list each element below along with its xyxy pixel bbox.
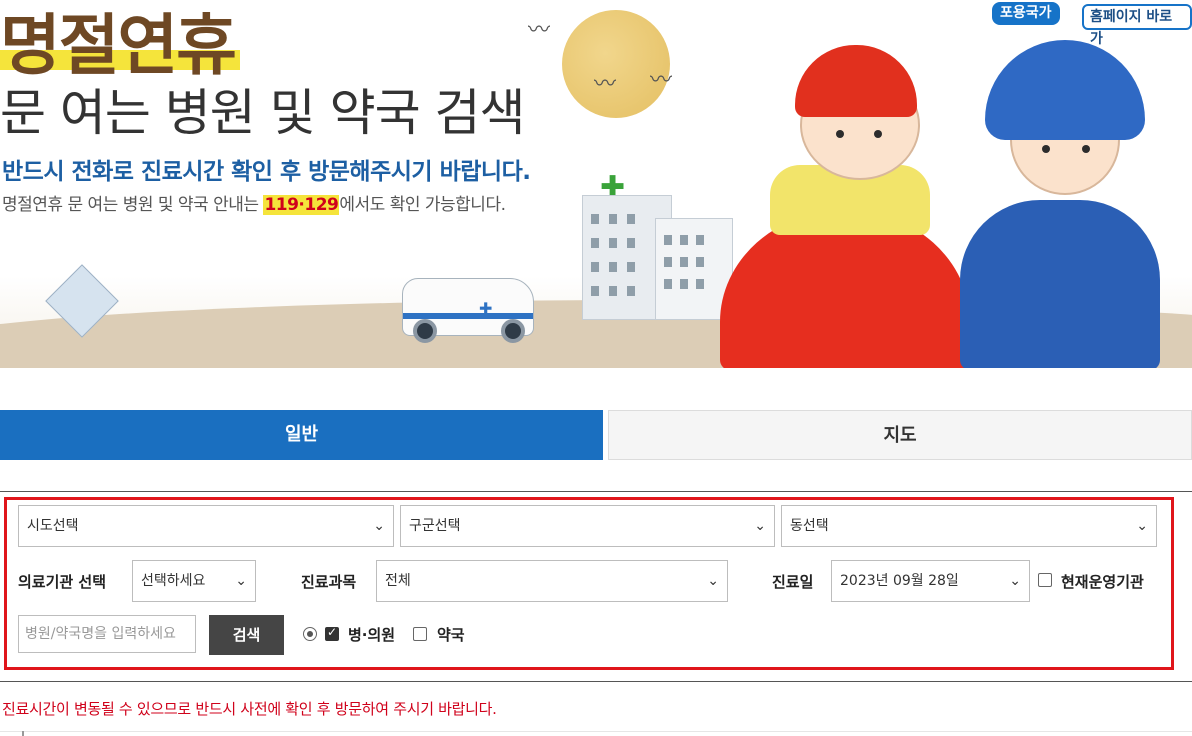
chevron-down-icon: ⌄ xyxy=(1136,518,1148,534)
department-select-value: 전체 xyxy=(385,573,411,589)
gugun-select-value: 구군선택 xyxy=(409,518,461,534)
homepage-link[interactable]: 홈페이지 바로가 xyxy=(1082,4,1192,47)
ambulance-illustration: ✚ xyxy=(402,278,534,343)
banner-info-prefix: 명절연휴 문 여는 병원 및 약국 안내는 xyxy=(2,195,264,215)
inclusive-nation-badge: 포용국가 xyxy=(992,2,1060,25)
divider xyxy=(0,491,1192,492)
date-label: 진료일 xyxy=(772,573,814,591)
search-button[interactable]: 검색 xyxy=(209,615,284,655)
sido-select[interactable]: 시도선택 ⌄ xyxy=(18,505,394,547)
gugun-select[interactable]: 구군선택 ⌄ xyxy=(400,505,775,547)
search-input[interactable]: 병원/약국명을 입력하세요 xyxy=(18,615,196,653)
crane-icon: 〰 xyxy=(594,72,617,97)
medical-cross-icon: ✚ xyxy=(479,299,493,318)
banner-subtitle: 문 여는 병원 및 약국 검색 xyxy=(0,84,525,142)
hospital-checkbox[interactable] xyxy=(325,625,339,641)
banner-title: 명절연휴 xyxy=(0,7,237,84)
department-label: 진료과목 xyxy=(301,573,357,591)
date-select[interactable]: 2023년 09월 28일 ⌄ xyxy=(831,560,1030,602)
banner-info-suffix: 에서도 확인 가능합니다. xyxy=(339,195,506,215)
institution-select-value: 선택하세요 xyxy=(141,573,206,589)
crane-icon: 〰 xyxy=(528,18,551,43)
sido-select-value: 시도선택 xyxy=(27,518,79,534)
type-radio[interactable] xyxy=(303,627,317,641)
pharmacy-option-label: 약국 xyxy=(437,626,465,644)
results-marker xyxy=(22,731,24,736)
pharmacy-checkbox[interactable] xyxy=(413,627,427,641)
institution-label: 의료기관 선택 xyxy=(18,573,107,591)
hospital-option-label: 병·의원 xyxy=(348,626,396,644)
boy-hat xyxy=(985,40,1145,140)
banner-info: 명절연휴 문 여는 병원 및 약국 안내는 119·129에서도 확인 가능합니… xyxy=(2,190,506,215)
chevron-down-icon: ⌄ xyxy=(235,573,247,589)
boy-hanbok xyxy=(960,200,1160,368)
chevron-down-icon: ⌄ xyxy=(1009,573,1021,589)
dong-select[interactable]: 동선택 ⌄ xyxy=(781,505,1157,547)
banner-info-phone: 119·129 xyxy=(263,195,340,215)
dong-select-value: 동선택 xyxy=(790,518,829,534)
chevron-down-icon: ⌄ xyxy=(754,518,766,534)
tab-general[interactable]: 일반 xyxy=(0,410,603,460)
date-select-value: 2023년 09월 28일 xyxy=(840,573,959,589)
department-select[interactable]: 전체 ⌄ xyxy=(376,560,728,602)
operating-now-label: 현재운영기관 xyxy=(1061,573,1144,591)
chevron-down-icon: ⌄ xyxy=(707,573,719,589)
visit-notice: 진료시간이 변동될 수 있으므로 반드시 사전에 확인 후 방문하여 주시기 바… xyxy=(2,700,497,718)
divider xyxy=(0,681,1192,682)
operating-now-checkbox[interactable] xyxy=(1038,573,1052,587)
girl-hat xyxy=(795,45,917,117)
results-top-border xyxy=(0,731,1192,732)
tab-map[interactable]: 지도 xyxy=(608,410,1192,460)
institution-select[interactable]: 선택하세요 ⌄ xyxy=(132,560,256,602)
banner-callout: 반드시 전화로 진료시간 확인 후 방문해주시기 바랍니다. xyxy=(2,159,531,185)
chevron-down-icon: ⌄ xyxy=(373,518,385,534)
crane-icon: 〰 xyxy=(650,68,673,93)
hero-banner: 〰 〰 〰 명절연휴 문 여는 병원 및 약국 검색 반드시 전화로 진료시간 … xyxy=(0,0,1192,368)
